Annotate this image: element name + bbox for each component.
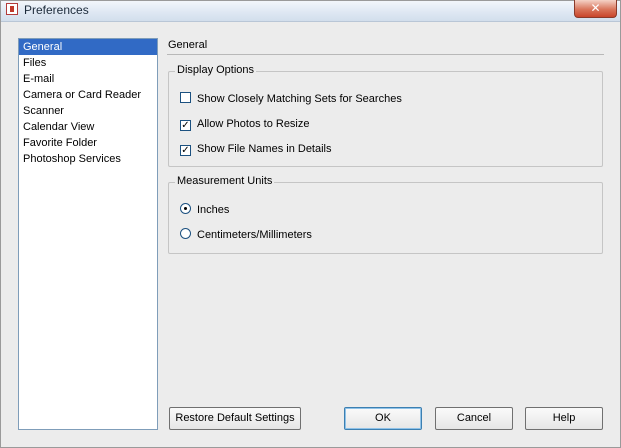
centimeters-radio[interactable] xyxy=(180,228,191,239)
show-file-names-option[interactable]: ✓ Show File Names in Details xyxy=(180,142,332,156)
close-icon: ✕ xyxy=(590,1,601,15)
measurement-units-legend: Measurement Units xyxy=(175,175,275,187)
preferences-window: Preferences ✕ General Files E-mail Camer… xyxy=(0,0,621,448)
ok-button[interactable]: OK xyxy=(344,407,422,430)
sidebar-item-favorite-folder[interactable]: Favorite Folder xyxy=(19,135,157,151)
title-bar[interactable]: Preferences ✕ xyxy=(1,0,620,22)
sidebar-item-email[interactable]: E-mail xyxy=(19,71,157,87)
show-file-names-label: Show File Names in Details xyxy=(197,143,332,155)
measurement-units-group: Measurement Units Inches Centimeters/Mil… xyxy=(168,175,603,254)
sidebar-item-scanner[interactable]: Scanner xyxy=(19,103,157,119)
show-file-names-checkbox[interactable]: ✓ xyxy=(180,145,191,156)
display-options-legend: Display Options xyxy=(175,64,257,76)
help-button[interactable]: Help xyxy=(525,407,603,430)
sidebar-item-camera-card-reader[interactable]: Camera or Card Reader xyxy=(19,87,157,103)
allow-photos-resize-label: Allow Photos to Resize xyxy=(197,118,310,130)
sidebar-item-general[interactable]: General xyxy=(19,39,157,55)
show-closely-matching-sets-checkbox[interactable] xyxy=(180,92,191,103)
sidebar-item-photoshop-services[interactable]: Photoshop Services xyxy=(19,151,157,167)
inches-option[interactable]: Inches xyxy=(180,203,229,217)
window-title: Preferences xyxy=(24,3,89,17)
sidebar-item-files[interactable]: Files xyxy=(19,55,157,71)
sidebar-item-calendar-view[interactable]: Calendar View xyxy=(19,119,157,135)
display-options-group: Display Options Show Closely Matching Se… xyxy=(168,64,603,167)
allow-photos-resize-checkbox[interactable]: ✓ xyxy=(180,120,191,131)
cancel-button[interactable]: Cancel xyxy=(435,407,513,430)
category-list: General Files E-mail Camera or Card Read… xyxy=(18,38,158,430)
app-icon xyxy=(6,3,18,15)
inches-radio[interactable] xyxy=(180,203,191,214)
centimeters-option[interactable]: Centimeters/Millimeters xyxy=(180,228,312,242)
inches-label: Inches xyxy=(197,204,230,216)
panel-divider xyxy=(167,54,604,55)
allow-photos-resize-option[interactable]: ✓ Allow Photos to Resize xyxy=(180,117,310,131)
show-closely-matching-sets-option[interactable]: Show Closely Matching Sets for Searches xyxy=(180,92,402,106)
panel-title: General xyxy=(168,39,208,51)
restore-defaults-button[interactable]: Restore Default Settings xyxy=(169,407,301,430)
centimeters-label: Centimeters/Millimeters xyxy=(197,229,312,241)
close-button[interactable]: ✕ xyxy=(574,0,617,18)
show-closely-matching-sets-label: Show Closely Matching Sets for Searches xyxy=(197,93,402,105)
